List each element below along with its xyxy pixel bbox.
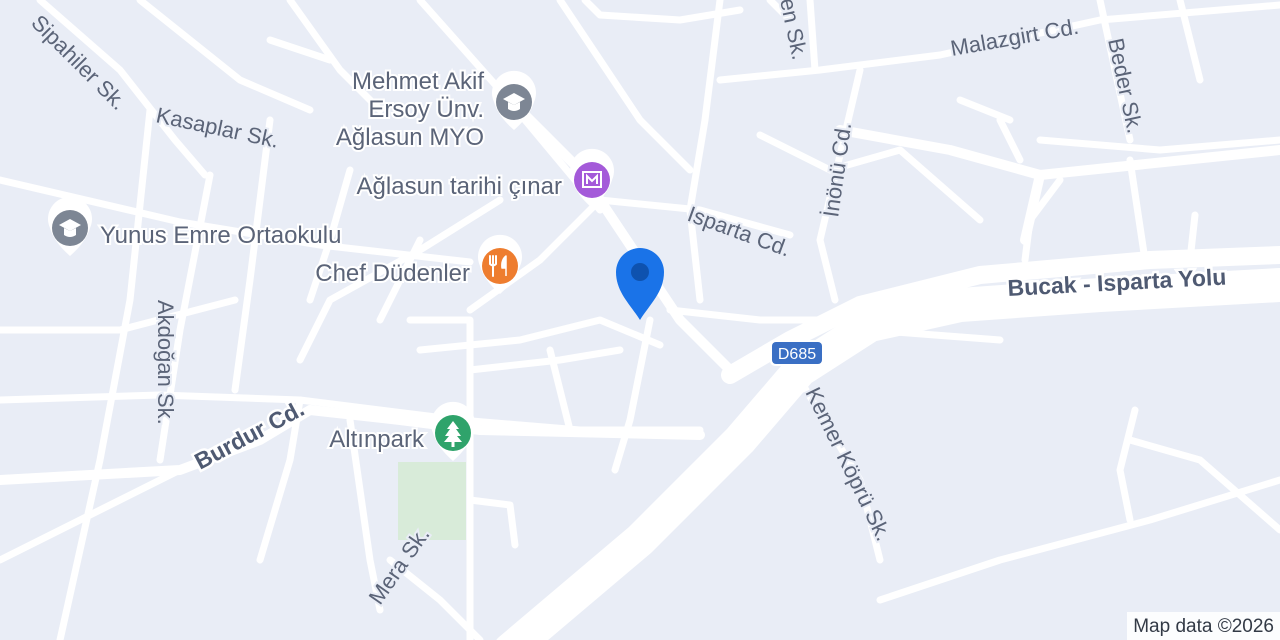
park-area bbox=[398, 462, 466, 540]
poi-label-line1: Mehmet Akif bbox=[352, 68, 484, 95]
map-layer: Malazgirt Cd. Beder Sk. en Sk. İnönü Cd.… bbox=[0, 0, 1280, 640]
highway-casing bbox=[496, 268, 1280, 640]
location-pin-icon[interactable] bbox=[616, 248, 664, 320]
poi-label: Yunus Emre Ortaokulu bbox=[100, 222, 341, 249]
poi-yunus-emre-ortaokulu[interactable]: Yunus Emre Ortaokulu bbox=[48, 196, 343, 256]
map-attribution: Map data ©2026 bbox=[1127, 612, 1280, 640]
street-label-inonu: İnönü Cd. bbox=[818, 121, 856, 219]
route-shield-d685: D685 bbox=[770, 340, 824, 366]
poi-label: Chef Düdenler bbox=[315, 260, 470, 287]
poi-label: Ağlasun tarihi çınar bbox=[357, 173, 562, 200]
street-label-beder: Beder Sk. bbox=[1103, 36, 1148, 136]
poi-mehmet-akif-ersoy[interactable]: Mehmet Akif Ersoy Ünv. Ağlasun MYO bbox=[334, 66, 536, 153]
poi-aglasun-tarihi-cinar[interactable]: Ağlasun tarihi çınar bbox=[355, 148, 614, 208]
poi-label: Altınpark bbox=[329, 426, 425, 453]
poi-label-line2: Ersoy Ünv. bbox=[368, 96, 484, 123]
route-shield-label: D685 bbox=[778, 346, 816, 363]
restaurant-icon bbox=[478, 234, 522, 294]
street-label-en: en Sk. bbox=[775, 0, 812, 62]
street-label-malazgirt: Malazgirt Cd. bbox=[949, 14, 1081, 61]
street-label-akdogan: Akdoğan Sk. bbox=[153, 300, 178, 425]
street-label-kemer-kopru: Kemer Köprü Sk. bbox=[801, 383, 897, 545]
map-canvas[interactable]: Malazgirt Cd. Beder Sk. en Sk. İnönü Cd.… bbox=[0, 0, 1280, 640]
street-label-kasaplar: Kasaplar Sk. bbox=[154, 102, 281, 152]
graduation-cap-icon bbox=[48, 196, 92, 256]
street-label-isparta: Isparta Cd. bbox=[684, 201, 794, 261]
poi-label-line3: Ağlasun MYO bbox=[336, 124, 484, 151]
